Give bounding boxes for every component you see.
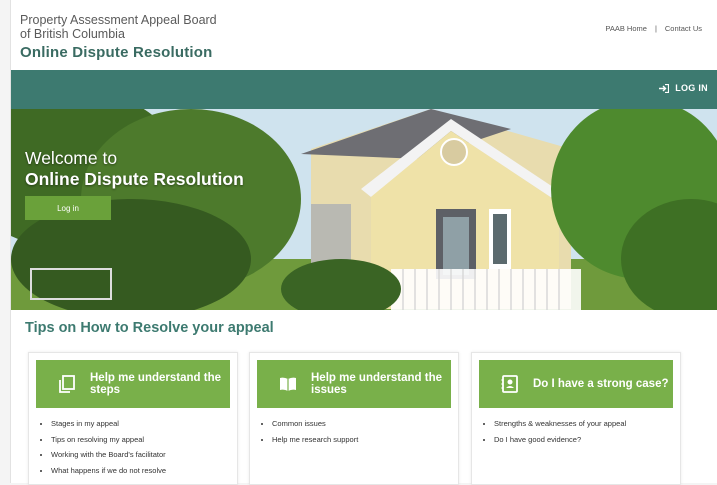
contact-card-icon	[501, 375, 518, 393]
list-item[interactable]: Do I have good evidence?	[494, 435, 626, 444]
document-copy-icon	[59, 375, 75, 393]
org-name-line2: of British Columbia	[20, 27, 125, 41]
app-title: Online Dispute Resolution	[20, 44, 213, 61]
welcome-line1: Welcome to	[25, 148, 118, 168]
sign-in-icon	[659, 83, 670, 93]
card-title-case: Do I have a strong case?	[533, 377, 669, 390]
card-strong-case: Do I have a strong case? Strengths & wea…	[471, 352, 681, 485]
nav-bar: LOG IN	[11, 70, 717, 109]
nav-login-button[interactable]: LOG IN	[659, 83, 708, 93]
top-links: PAAB Home | Contact Us	[601, 24, 706, 33]
steps-list: Stages in my appeal Tips on resolving my…	[39, 419, 166, 481]
site-header: Property Assessment Appeal Board of Brit…	[11, 0, 717, 68]
org-name: Property Assessment Appeal Board of Brit…	[20, 13, 217, 41]
list-item[interactable]: Strengths & weaknesses of your appeal	[494, 419, 626, 428]
house-illustration	[11, 109, 717, 310]
case-list: Strengths & weaknesses of your appeal Do…	[482, 419, 626, 450]
card-header-case[interactable]: Do I have a strong case?	[479, 360, 673, 408]
contact-us-link[interactable]: Contact Us	[661, 24, 706, 33]
welcome-line2: Online Dispute Resolution	[25, 169, 244, 189]
list-item[interactable]: Tips on resolving my appeal	[51, 435, 166, 444]
card-understand-issues: Help me understand the issues Common iss…	[249, 352, 459, 485]
issues-list: Common issues Help me research support	[260, 419, 358, 450]
card-title-issues: Help me understand the issues	[311, 371, 442, 397]
list-item[interactable]: Common issues	[272, 419, 358, 428]
org-name-line1: Property Assessment Appeal Board	[20, 13, 217, 27]
open-book-icon	[280, 377, 296, 391]
list-item[interactable]: Help me research support	[272, 435, 358, 444]
hero-welcome: Welcome to Online Dispute Resolution	[25, 148, 244, 190]
page-frame: Property Assessment Appeal Board of Brit…	[10, 0, 717, 485]
list-item[interactable]: Working with the Board's facilitator	[51, 450, 166, 459]
hero-banner	[11, 109, 717, 310]
hero-login-button[interactable]: Log in	[25, 196, 111, 220]
card-header-steps[interactable]: Help me understand the steps	[36, 360, 230, 408]
list-item[interactable]: Stages in my appeal	[51, 419, 166, 428]
card-header-issues[interactable]: Help me understand the issues	[257, 360, 451, 408]
link-separator: |	[654, 24, 657, 33]
paab-home-link[interactable]: PAAB Home	[601, 24, 651, 33]
card-title-steps: Help me understand the steps	[90, 371, 221, 397]
card-understand-steps: Help me understand the steps Stages in m…	[28, 352, 238, 485]
tips-heading: Tips on How to Resolve your appeal	[25, 320, 274, 336]
nav-login-label: LOG IN	[675, 83, 708, 93]
list-item[interactable]: What happens if we do not resolve	[51, 466, 166, 475]
